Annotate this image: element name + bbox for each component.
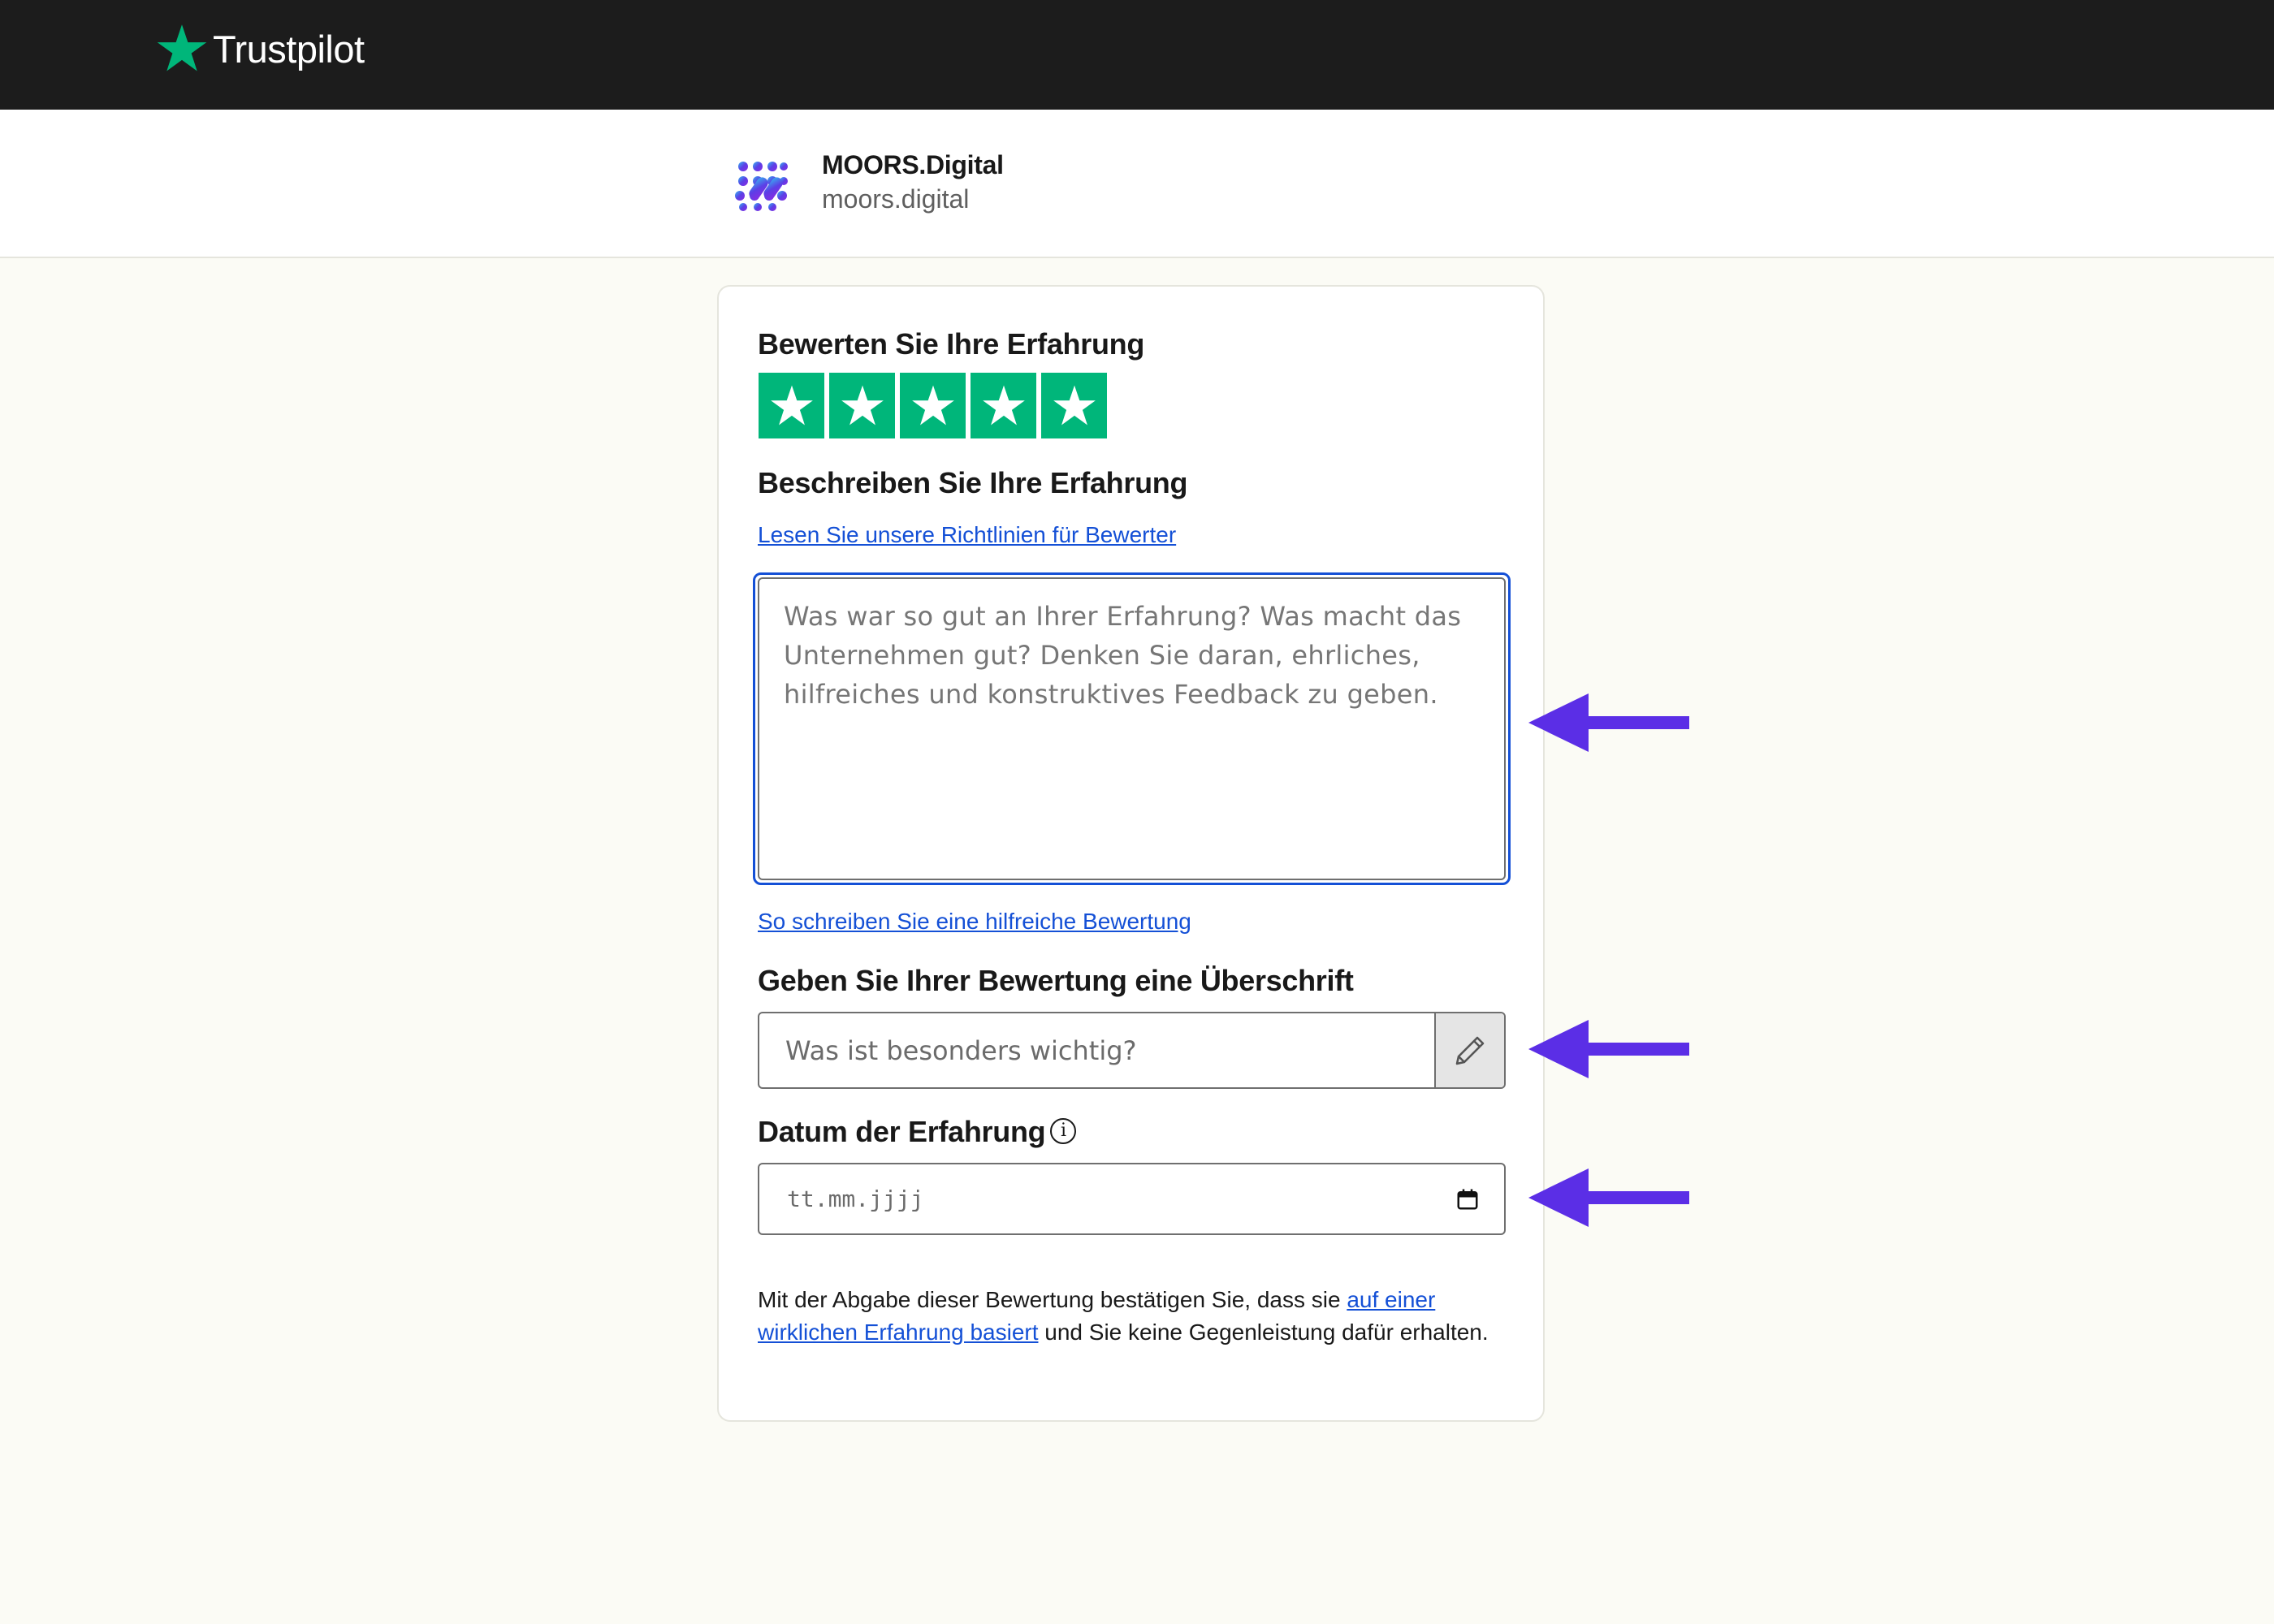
experience-date-input[interactable]: tt.mm.jjjj xyxy=(758,1163,1506,1235)
star-5[interactable] xyxy=(1041,373,1107,438)
title-heading: Geben Sie Ihrer Bewertung eine Überschri… xyxy=(758,964,1354,997)
reviewer-guidelines-link[interactable]: Lesen Sie unsere Richtlinien für Bewerte… xyxy=(758,522,1176,548)
calendar-icon[interactable] xyxy=(1455,1187,1480,1212)
pencil-button[interactable] xyxy=(1434,1013,1504,1087)
date-heading-text: Datum der Erfahrung xyxy=(758,1115,1046,1148)
business-header: MOORS.Digital moors.digital xyxy=(0,110,2274,258)
review-disclaimer: Mit der Abgabe dieser Bewertung bestätig… xyxy=(758,1284,1505,1349)
star-icon xyxy=(1053,385,1096,425)
info-icon[interactable]: i xyxy=(1050,1118,1077,1145)
date-placeholder: tt.mm.jjjj xyxy=(787,1186,924,1212)
top-navigation-bar: Trustpilot xyxy=(0,0,2274,110)
date-heading: Datum der Erfahrung i xyxy=(758,1115,1077,1149)
helpful-review-link[interactable]: So schreiben Sie eine hilfreiche Bewertu… xyxy=(758,909,1191,935)
star-2[interactable] xyxy=(829,373,895,438)
pencil-icon xyxy=(1455,1036,1485,1065)
star-4[interactable] xyxy=(971,373,1036,438)
review-textarea[interactable]: Was war so gut an Ihrer Erfahrung? Was m… xyxy=(758,577,1506,880)
star-icon xyxy=(911,385,954,425)
rating-heading: Bewerten Sie Ihre Erfahrung xyxy=(758,327,1145,361)
star-1[interactable] xyxy=(759,373,824,438)
annotation-arrow-left-icon xyxy=(1528,693,1689,752)
disclaimer-text-post: und Sie keine Gegenleistung dafür erhalt… xyxy=(1038,1320,1489,1345)
business-logo-icon xyxy=(735,162,788,211)
review-title-input[interactable]: Was ist besonders wichtig? xyxy=(758,1012,1506,1089)
brand-name: Trustpilot xyxy=(213,27,365,71)
star-icon xyxy=(770,385,813,425)
review-form-card: Bewerten Sie Ihre Erfahrung Beschreiben … xyxy=(717,285,1545,1422)
star-icon xyxy=(841,385,884,425)
business-name: MOORS.Digital xyxy=(822,150,1004,179)
trustpilot-star-icon xyxy=(157,24,207,71)
annotation-arrow-left-icon xyxy=(1528,1020,1689,1078)
describe-heading: Beschreiben Sie Ihre Erfahrung xyxy=(758,466,1188,499)
annotation-arrow-left-icon xyxy=(1528,1168,1689,1227)
business-domain[interactable]: moors.digital xyxy=(822,184,969,214)
star-3[interactable] xyxy=(900,373,966,438)
review-title-placeholder: Was ist besonders wichtig? xyxy=(785,1034,1137,1066)
disclaimer-text-pre: Mit der Abgabe dieser Bewertung bestätig… xyxy=(758,1287,1347,1312)
star-rating[interactable] xyxy=(759,373,1107,438)
trustpilot-logo[interactable]: Trustpilot xyxy=(154,20,365,77)
star-icon xyxy=(982,385,1025,425)
review-textarea-focus-ring: Was war so gut an Ihrer Erfahrung? Was m… xyxy=(753,572,1511,885)
